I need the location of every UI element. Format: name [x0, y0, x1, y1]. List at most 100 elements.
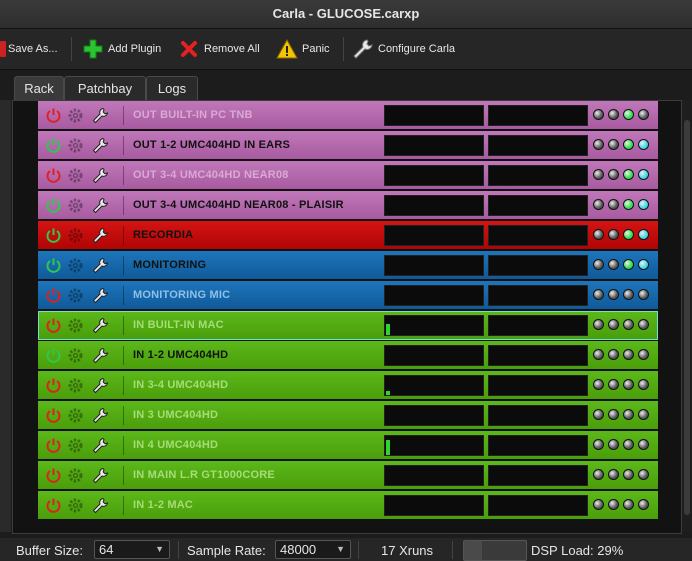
- sample-rate-label: Sample Rate:: [187, 543, 266, 558]
- scrollbar-handle[interactable]: [684, 120, 690, 515]
- wrench-icon[interactable]: [92, 497, 109, 514]
- wrench-icon[interactable]: [92, 377, 109, 394]
- rack-plugin-row[interactable]: MONITORING: [38, 251, 658, 280]
- status-separator: [358, 541, 359, 559]
- wrench-icon[interactable]: [92, 137, 109, 154]
- led-indicator: [608, 469, 619, 480]
- rack-plugin-row[interactable]: IN 3 UMC404HD: [38, 401, 658, 430]
- led-indicator: [623, 139, 634, 150]
- led-indicator: [608, 229, 619, 240]
- power-icon[interactable]: [45, 137, 62, 154]
- rack-plugin-row[interactable]: OUT 1-2 UMC404HD IN EARS: [38, 131, 658, 160]
- led-indicator: [623, 169, 634, 180]
- power-icon[interactable]: [45, 107, 62, 124]
- led-indicator: [623, 259, 634, 270]
- gear-icon[interactable]: [67, 497, 84, 514]
- power-icon[interactable]: [45, 167, 62, 184]
- gear-icon[interactable]: [67, 107, 84, 124]
- row-separator: [123, 406, 124, 425]
- led-indicator: [593, 499, 604, 510]
- gear-icon[interactable]: [67, 377, 84, 394]
- buffer-size-select[interactable]: 64 ▼: [94, 540, 170, 559]
- led-indicator: [593, 199, 604, 210]
- led-indicator: [608, 409, 619, 420]
- buffer-size-label: Buffer Size:: [16, 543, 83, 558]
- power-icon[interactable]: [45, 497, 62, 514]
- peak-meter: [384, 435, 484, 456]
- tab-rack[interactable]: Rack: [14, 76, 64, 102]
- rack-plugin-row[interactable]: RECORDIA: [38, 221, 658, 250]
- gear-icon[interactable]: [67, 137, 84, 154]
- rack-plugin-row[interactable]: IN 4 UMC404HD: [38, 431, 658, 460]
- power-icon[interactable]: [45, 347, 62, 364]
- peak-meter: [488, 165, 588, 186]
- row-separator: [123, 346, 124, 365]
- wrench-icon[interactable]: [92, 437, 109, 454]
- dsp-load-fill: [464, 541, 482, 560]
- xruns-counter[interactable]: 17 Xruns: [381, 543, 433, 558]
- add-plugin-button[interactable]: Add Plugin: [82, 35, 161, 63]
- wrench-icon[interactable]: [92, 197, 109, 214]
- wrench-icon[interactable]: [92, 407, 109, 424]
- row-separator: [123, 286, 124, 305]
- led-indicator: [593, 349, 604, 360]
- rack-plugin-row[interactable]: IN 3-4 UMC404HD: [38, 371, 658, 400]
- wrench-icon[interactable]: [92, 317, 109, 334]
- configure-carla-label: Configure Carla: [378, 43, 456, 55]
- power-icon[interactable]: [45, 317, 62, 334]
- gear-icon[interactable]: [67, 467, 84, 484]
- peak-meter: [384, 225, 484, 246]
- rack-plugin-row[interactable]: IN MAIN L.R GT1000CORE: [38, 461, 658, 490]
- power-icon[interactable]: [45, 227, 62, 244]
- row-separator: [123, 196, 124, 215]
- rack-plugin-row[interactable]: OUT 3-4 UMC404HD NEAR08: [38, 161, 658, 190]
- peak-meter: [384, 405, 484, 426]
- wrench-icon[interactable]: [92, 167, 109, 184]
- power-icon[interactable]: [45, 407, 62, 424]
- gear-icon[interactable]: [67, 317, 84, 334]
- wrench-icon[interactable]: [92, 257, 109, 274]
- wrench-icon[interactable]: [92, 467, 109, 484]
- meter-level: [386, 324, 390, 335]
- gear-icon[interactable]: [67, 197, 84, 214]
- led-indicator: [593, 379, 604, 390]
- wrench-icon[interactable]: [92, 287, 109, 304]
- wrench-icon[interactable]: [92, 347, 109, 364]
- rack-plugin-row[interactable]: IN 1-2 UMC404HD: [38, 341, 658, 370]
- gear-icon[interactable]: [67, 347, 84, 364]
- wrench-icon[interactable]: [92, 227, 109, 244]
- gear-icon[interactable]: [67, 167, 84, 184]
- gear-icon[interactable]: [67, 227, 84, 244]
- led-indicator: [608, 109, 619, 120]
- remove-all-button[interactable]: Remove All: [178, 35, 260, 63]
- rack-plugin-row[interactable]: OUT 3-4 UMC404HD NEAR08 - PLAISIR: [38, 191, 658, 220]
- power-icon[interactable]: [45, 257, 62, 274]
- power-icon[interactable]: [45, 197, 62, 214]
- wrench-icon[interactable]: [92, 107, 109, 124]
- rack-plugin-row[interactable]: IN 1-2 MAC: [38, 491, 658, 520]
- rack-plugin-row[interactable]: OUT BUILT-IN PC TNB: [38, 101, 658, 130]
- rack-plugin-row[interactable]: IN BUILT-IN MAC: [38, 311, 658, 340]
- save-as-button[interactable]: Save As...: [0, 35, 58, 63]
- gear-icon[interactable]: [67, 437, 84, 454]
- gear-icon[interactable]: [67, 257, 84, 274]
- meter-level: [386, 440, 390, 455]
- status-separator: [178, 541, 179, 559]
- tab-logs[interactable]: Logs: [146, 76, 198, 101]
- configure-carla-button[interactable]: Configure Carla: [352, 35, 455, 63]
- rack-plugin-row[interactable]: MONITORING MIC: [38, 281, 658, 310]
- gear-icon[interactable]: [67, 407, 84, 424]
- led-indicator: [608, 169, 619, 180]
- power-icon[interactable]: [45, 287, 62, 304]
- tab-patchbay[interactable]: Patchbay: [64, 76, 146, 101]
- panic-button[interactable]: Panic: [276, 35, 330, 63]
- led-indicator: [623, 319, 634, 330]
- row-separator: [123, 376, 124, 395]
- power-icon[interactable]: [45, 437, 62, 454]
- power-icon[interactable]: [45, 377, 62, 394]
- led-indicator: [608, 349, 619, 360]
- power-icon[interactable]: [45, 467, 62, 484]
- plugin-name: IN 3-4 UMC404HD: [133, 379, 229, 391]
- gear-icon[interactable]: [67, 287, 84, 304]
- sample-rate-select[interactable]: 48000 ▼: [275, 540, 351, 559]
